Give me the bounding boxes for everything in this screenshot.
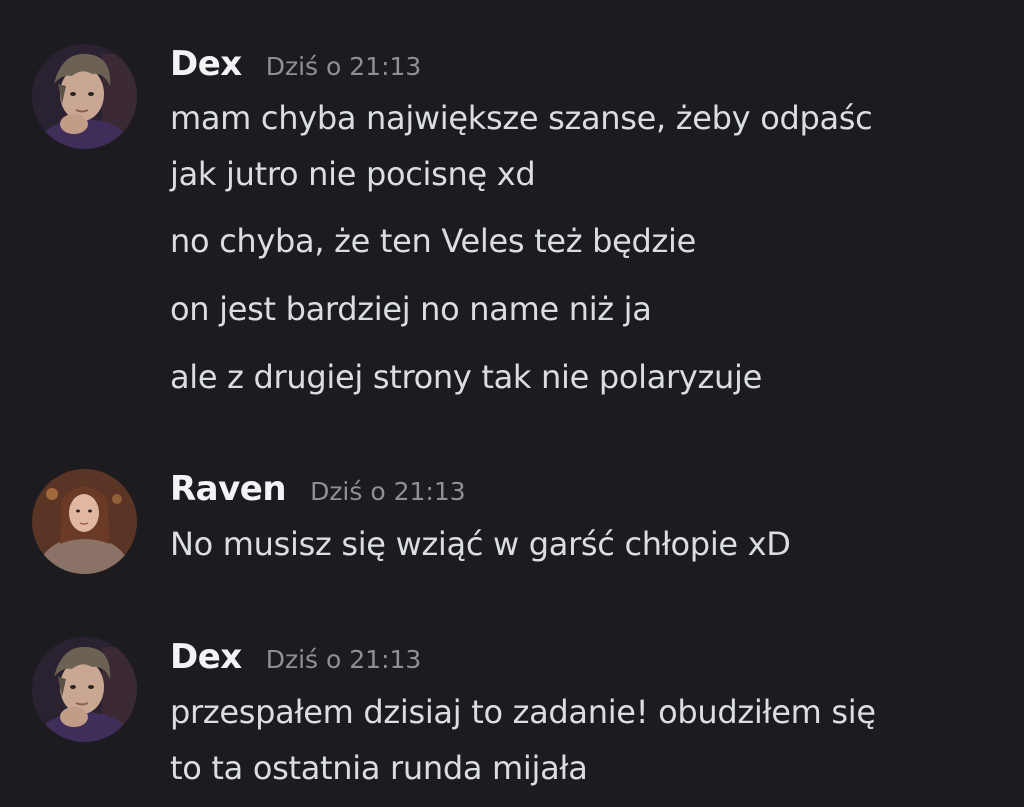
message-text: mam chyba największe szanse, żeby odpaśc — [170, 99, 873, 137]
timestamp: Dziś o 21:13 — [265, 645, 422, 674]
message-text: no chyba, że ten Veles też będzie — [170, 222, 696, 260]
message-header: Raven Dziś o 21:13 — [170, 469, 466, 517]
raven-avatar-icon — [32, 469, 137, 574]
message-header: Dex Dziś o 21:13 — [170, 44, 421, 92]
username[interactable]: Raven — [170, 469, 287, 509]
dex-avatar-icon — [32, 637, 137, 742]
avatar[interactable] — [32, 44, 137, 149]
dex-avatar-icon — [32, 44, 137, 149]
message-text: ale z drugiej strony tak nie polaryzuje — [170, 358, 763, 396]
timestamp: Dziś o 21:13 — [265, 52, 422, 81]
avatar[interactable] — [32, 637, 137, 742]
username[interactable]: Dex — [170, 44, 242, 84]
message-text: to ta ostatnia runda mijała — [170, 749, 588, 787]
username[interactable]: Dex — [170, 637, 242, 677]
timestamp: Dziś o 21:13 — [310, 477, 466, 506]
message-text: No musisz się wziąć w garść chłopie xD — [170, 525, 791, 563]
avatar[interactable] — [32, 469, 137, 574]
message-header: Dex Dziś o 21:13 — [170, 637, 421, 685]
message-text: on jest bardziej no name niż ja — [170, 290, 652, 328]
message-text: jak jutro nie pocisnę xd — [170, 155, 536, 193]
message-text: przespałem dzisiaj to zadanie! obudziłem… — [170, 693, 876, 731]
chat-message-list: Dex Dziś o 21:13 mam chyba największe sz… — [0, 0, 1024, 807]
